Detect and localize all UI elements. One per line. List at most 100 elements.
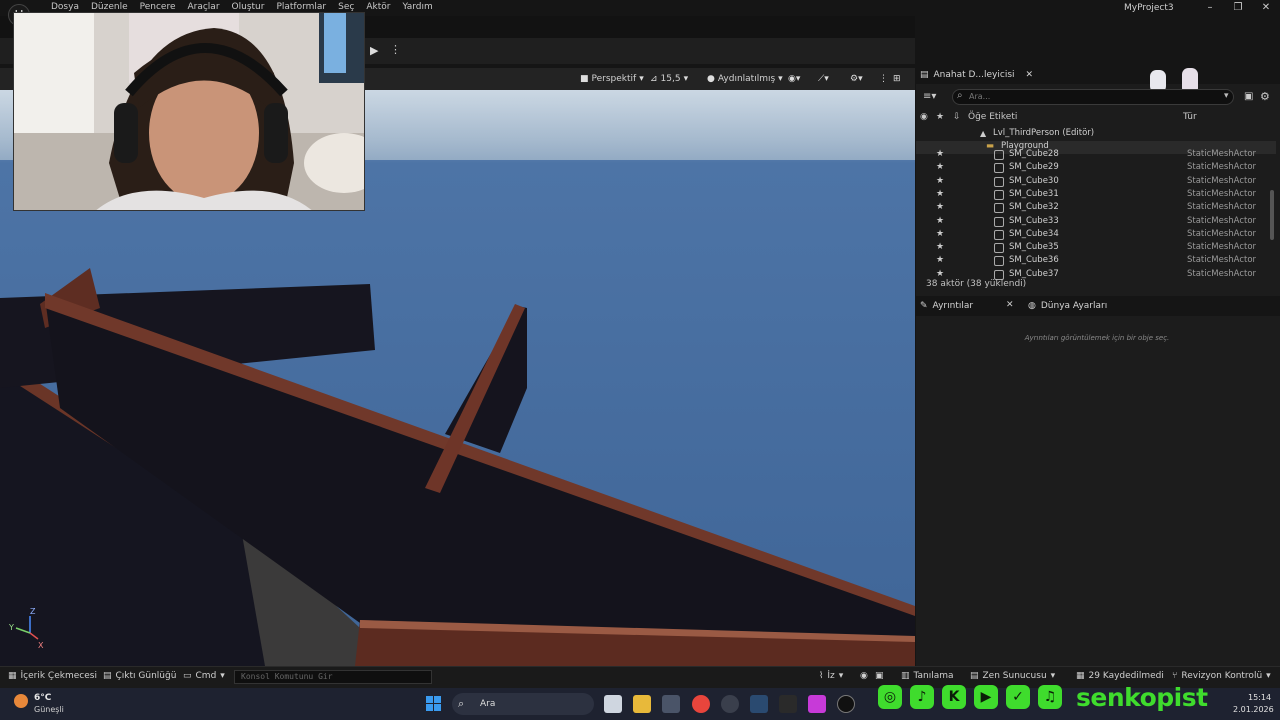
fov-label: 15,5	[660, 73, 681, 84]
actor-type: StaticMeshActor	[1187, 162, 1257, 173]
static-mesh-icon	[994, 229, 1004, 240]
menu-edit[interactable]: Düzenle	[85, 2, 134, 12]
console-input[interactable]: Konsol Komutunu Gir	[234, 670, 432, 684]
restore-icon[interactable]: ❐	[1228, 1, 1248, 15]
star-icon[interactable]: ★	[936, 162, 944, 172]
close-tab-icon[interactable]: ✕	[1026, 70, 1034, 80]
menu-platforms[interactable]: Platformlar	[270, 2, 332, 12]
screenshot-icon[interactable]: ▣	[875, 671, 884, 681]
menu-build[interactable]: Oluştur	[226, 2, 271, 12]
steelseries-icon[interactable]	[721, 695, 739, 713]
details-tab-label: Ayrıntılar	[932, 301, 974, 311]
actor-name: SM_Cube36	[1009, 255, 1059, 266]
weather-temperature[interactable]: 6°C	[34, 693, 51, 703]
play-options-icon[interactable]: ⋮	[390, 43, 401, 56]
task-view-icon[interactable]	[604, 695, 622, 713]
gear-icon[interactable]: ⚙	[1260, 90, 1270, 103]
outliner-scrollbar[interactable]	[1270, 190, 1274, 240]
menu-tools[interactable]: Araçlar	[181, 2, 225, 12]
star-column-icon[interactable]: ★	[936, 112, 944, 122]
menu-help[interactable]: Yardım	[396, 2, 438, 12]
epic-games-icon[interactable]	[779, 695, 797, 713]
lighting-button[interactable]: ● Aydınlatılmış ▾	[707, 71, 783, 86]
chevron-down-icon: ▾	[639, 73, 644, 84]
table-row[interactable]: ★ SM_Cube33 StaticMeshActor	[916, 216, 1276, 229]
perspective-button[interactable]: ■ Perspektif ▾	[580, 71, 644, 86]
chevron-down-icon[interactable]: ▾	[1224, 91, 1229, 101]
star-icon[interactable]: ★	[936, 255, 944, 265]
col-type[interactable]: Tür	[1183, 112, 1197, 122]
unreal-engine-icon[interactable]	[837, 695, 855, 713]
output-log-button[interactable]: ▤ Çıktı Günlüğü	[103, 671, 176, 681]
star-icon[interactable]: ★	[936, 216, 944, 226]
cmd-button[interactable]: ▭ Cmd ▾	[183, 671, 225, 681]
store-icon[interactable]	[662, 695, 680, 713]
record-icon[interactable]: ◉	[860, 671, 868, 681]
star-icon[interactable]: ★	[936, 189, 944, 199]
file-explorer-icon[interactable]	[633, 695, 651, 713]
clock-time[interactable]: 15:14	[1248, 693, 1271, 702]
star-icon[interactable]: ★	[936, 242, 944, 252]
close-icon[interactable]: ✕	[1256, 1, 1276, 15]
chevron-down-icon: ▾	[778, 73, 783, 84]
menu-select[interactable]: Seç	[332, 2, 360, 12]
weather-description[interactable]: Güneşli	[34, 705, 64, 714]
minimize-icon[interactable]: –	[1200, 1, 1220, 15]
star-icon[interactable]: ★	[936, 269, 944, 279]
static-mesh-icon	[994, 176, 1004, 187]
actor-type: StaticMeshActor	[1187, 242, 1257, 253]
taskbar-search-input[interactable]: Ara	[452, 693, 594, 715]
viewport-options-button[interactable]: ⋮	[879, 71, 888, 86]
trace-button[interactable]: ⌇ İz ▾	[819, 671, 843, 681]
close-tab-icon[interactable]: ✕	[1006, 300, 1014, 310]
tab-world-settings[interactable]: ◍ Dünya Ayarları	[1028, 296, 1107, 316]
table-row[interactable]: ★ SM_Cube34 StaticMeshActor	[916, 229, 1276, 242]
content-drawer-label: İçerik Çekmecesi	[20, 671, 97, 681]
table-row[interactable]: ★ SM_Cube36 StaticMeshActor	[916, 255, 1276, 268]
unsaved-button[interactable]: ▦ 29 Kaydedilmedi	[1076, 671, 1164, 681]
app-icon[interactable]	[808, 695, 826, 713]
menu-file[interactable]: Dosya	[45, 2, 85, 12]
play-icon[interactable]: ▶	[370, 44, 384, 58]
star-icon[interactable]: ★	[936, 176, 944, 186]
level-row[interactable]: ▲ Lvl_ThirdPerson (Editör)	[916, 128, 1276, 141]
chrome-icon[interactable]	[692, 695, 710, 713]
menu-window[interactable]: Pencere	[134, 2, 182, 12]
snap-button[interactable]: ⟋▾	[818, 71, 829, 86]
steam-icon[interactable]	[750, 695, 768, 713]
actor-count: 38 aktör (38 yüklendi)	[926, 279, 1027, 289]
layout-button[interactable]: ⊞	[893, 71, 901, 86]
tab-details[interactable]: ✎ Ayrıntılar	[920, 296, 973, 316]
pin-column-icon[interactable]: ⇩	[953, 112, 961, 122]
perspective-label: Perspektif	[591, 73, 637, 84]
table-row[interactable]: ★ SM_Cube32 StaticMeshActor	[916, 202, 1276, 215]
outliner-tab-label: Anahat D...leyicisi	[933, 70, 1015, 80]
star-icon[interactable]: ★	[936, 229, 944, 239]
revision-control-button[interactable]: ⑂ Revizyon Kontrolü ▾	[1172, 671, 1271, 681]
menu-actor[interactable]: Aktör	[360, 2, 396, 12]
content-drawer-button[interactable]: ▦ İçerik Çekmecesi	[8, 671, 97, 681]
col-item-label[interactable]: Öğe Etiketi	[968, 112, 1017, 122]
visibility-column-icon[interactable]: ◉	[920, 112, 928, 122]
zen-server-button[interactable]: ▤ Zen Sunucusu ▾	[970, 671, 1055, 681]
table-row[interactable]: ★ SM_Cube29 StaticMeshActor	[916, 162, 1276, 175]
diagnostics-button[interactable]: ▥ Tanılama	[901, 671, 954, 681]
settings-button[interactable]: ⚙▾	[850, 71, 863, 86]
show-button[interactable]: ◉▾	[788, 71, 800, 86]
outliner-search-input[interactable]: Ara...	[952, 89, 1234, 105]
level-icon: ▲	[980, 129, 987, 138]
fov-button[interactable]: ⊿ 15,5 ▾	[650, 71, 688, 86]
star-icon[interactable]: ★	[936, 202, 944, 212]
table-row[interactable]: ★ SM_Cube28 StaticMeshActor	[916, 149, 1276, 162]
table-row[interactable]: ★ SM_Cube35 StaticMeshActor	[916, 242, 1276, 255]
clock-date[interactable]: 2.01.2026	[1233, 705, 1274, 714]
weather-sun-icon[interactable]	[14, 694, 28, 708]
table-row[interactable]: ★ SM_Cube30 StaticMeshActor	[916, 176, 1276, 189]
table-row[interactable]: ★ SM_Cube31 StaticMeshActor	[916, 189, 1276, 202]
tab-outliner[interactable]: ▤ Anahat D...leyicisi ✕	[920, 65, 1033, 85]
filter-icon[interactable]: ≡▾	[923, 91, 936, 102]
star-icon[interactable]: ★	[936, 149, 944, 159]
add-folder-icon[interactable]: ▣	[1244, 91, 1253, 102]
windows-start-icon[interactable]	[426, 696, 441, 711]
actor-name: SM_Cube33	[1009, 215, 1059, 226]
